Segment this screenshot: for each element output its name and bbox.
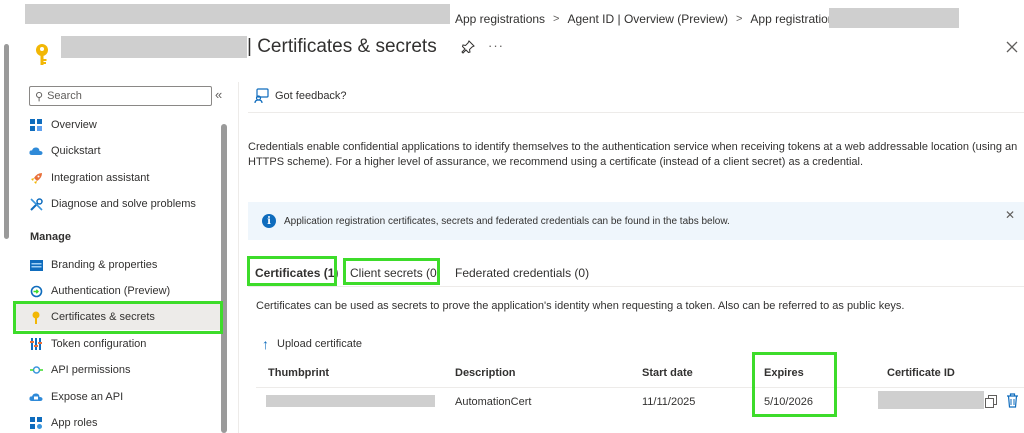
breadcrumb-separator: > — [735, 13, 743, 25]
cloud-icon — [29, 144, 43, 158]
breadcrumb-separator: > — [553, 13, 560, 25]
cloud-api-icon — [29, 390, 43, 404]
credentials-description: Credentials enable confidential applicat… — [248, 141, 1018, 168]
sidebar-scrollbar[interactable] — [221, 124, 227, 433]
feedback-label: Got feedback? — [275, 89, 347, 102]
collapse-sidebar-icon[interactable]: « — [215, 87, 222, 102]
overview-grid-icon — [29, 118, 43, 132]
info-banner-text: Application registration certificates, s… — [284, 215, 730, 227]
highlight-tab-certificates — [247, 256, 337, 286]
permissions-icon — [29, 363, 43, 377]
info-close-icon[interactable]: ✕ — [1005, 208, 1015, 222]
breadcrumb: App registrations > Agent ID | Overview … — [0, 0, 1024, 38]
sidebar-item-label: Integration assistant — [51, 172, 150, 184]
page-scrollbar[interactable] — [4, 44, 9, 239]
tabs-divider — [248, 286, 1024, 287]
pin-icon[interactable] — [461, 40, 475, 54]
sidebar-item-label: Token configuration — [51, 338, 147, 350]
breadcrumb-item-agent-overview[interactable]: Agent ID | Overview (Preview) — [567, 12, 728, 26]
sidebar-item-label: App roles — [51, 417, 98, 429]
sidebar-item-expose-api[interactable]: Expose an API — [16, 384, 221, 410]
upload-certificate-label: Upload certificate — [277, 338, 362, 350]
more-options-icon[interactable]: ··· — [488, 38, 504, 53]
highlight-tab-client-secrets — [343, 258, 440, 285]
wrench-icon — [29, 197, 43, 211]
app-roles-icon — [29, 416, 43, 430]
cell-description: AutomationCert — [455, 396, 532, 408]
delete-icon[interactable] — [1006, 393, 1019, 408]
sidebar-item-branding[interactable]: Branding & properties — [16, 252, 221, 278]
sidebar-item-diagnose[interactable]: Diagnose and solve problems — [16, 191, 221, 217]
rocket-icon — [29, 171, 43, 185]
certificates-note: Certificates can be used as secrets to p… — [256, 300, 905, 312]
breadcrumb-item-app-registrations[interactable]: App registrations — [455, 12, 545, 26]
column-header-thumbprint[interactable]: Thumbprint — [268, 367, 329, 379]
highlight-sidebar-certificates — [13, 301, 223, 334]
sidebar-item-label: Diagnose and solve problems — [51, 198, 196, 210]
section-heading-manage: Manage — [30, 231, 71, 243]
sidebar-item-overview[interactable]: Overview — [16, 112, 221, 138]
breadcrumb-item-app-registrations-2[interactable]: App registrations — [750, 12, 840, 26]
breadcrumb-trail: App registrations > Agent ID | Overview … — [455, 12, 863, 26]
sidebar-item-api-permissions[interactable]: API permissions — [16, 357, 221, 383]
toolbar-divider — [248, 112, 1024, 113]
redacted-thumbprint — [266, 395, 435, 407]
search-placeholder: Search — [47, 90, 82, 102]
highlight-expires-column — [752, 352, 837, 417]
redacted-app-name — [61, 36, 247, 58]
key-icon — [36, 44, 48, 65]
search-input[interactable]: ⚲ Search — [29, 86, 212, 106]
sidebar-divider — [238, 82, 239, 433]
sidebar-item-app-roles[interactable]: App roles — [16, 410, 221, 433]
info-banner: i Application registration certificates,… — [248, 202, 1024, 240]
copy-icon[interactable] — [985, 395, 997, 408]
redacted-breadcrumb-end — [829, 8, 959, 28]
upload-arrow-icon: ↑ — [262, 336, 269, 352]
feedback-icon — [254, 88, 269, 103]
sidebar-item-integration-assistant[interactable]: Integration assistant — [16, 165, 221, 191]
cell-start-date: 11/11/2025 — [642, 396, 696, 408]
sidebar-item-label: Authentication (Preview) — [51, 285, 171, 297]
column-header-description[interactable]: Description — [455, 367, 516, 379]
sidebar-item-token-configuration[interactable]: Token configuration — [16, 331, 221, 357]
column-header-start-date[interactable]: Start date — [642, 367, 693, 379]
sidebar-item-quickstart[interactable]: Quickstart — [16, 138, 221, 164]
sidebar-item-label: API permissions — [51, 364, 131, 376]
column-header-certificate-id[interactable]: Certificate ID — [887, 367, 955, 379]
sidebar-item-label: Branding & properties — [51, 259, 158, 271]
tab-federated-credentials[interactable]: Federated credentials (0) — [455, 266, 589, 280]
redacted-breadcrumb-start — [25, 4, 450, 24]
sidebar-item-label: Quickstart — [51, 145, 101, 157]
upload-certificate-button[interactable]: ↑ Upload certificate — [262, 336, 362, 352]
feedback-button[interactable]: Got feedback? — [254, 88, 347, 103]
branding-icon — [29, 258, 43, 272]
table-header-divider — [256, 387, 1024, 388]
sidebar: ⚲ Search « Overview Quickstart Integrati… — [12, 82, 232, 433]
page-title: | Certificates & secrets — [247, 36, 437, 57]
authentication-icon — [29, 284, 43, 298]
close-icon[interactable] — [1005, 40, 1019, 54]
info-icon: i — [262, 214, 276, 228]
sidebar-item-label: Expose an API — [51, 391, 124, 403]
sidebar-item-label: Overview — [51, 119, 97, 131]
redacted-certificate-id — [878, 391, 984, 409]
search-icon: ⚲ — [35, 90, 44, 103]
token-bars-icon — [29, 337, 43, 351]
